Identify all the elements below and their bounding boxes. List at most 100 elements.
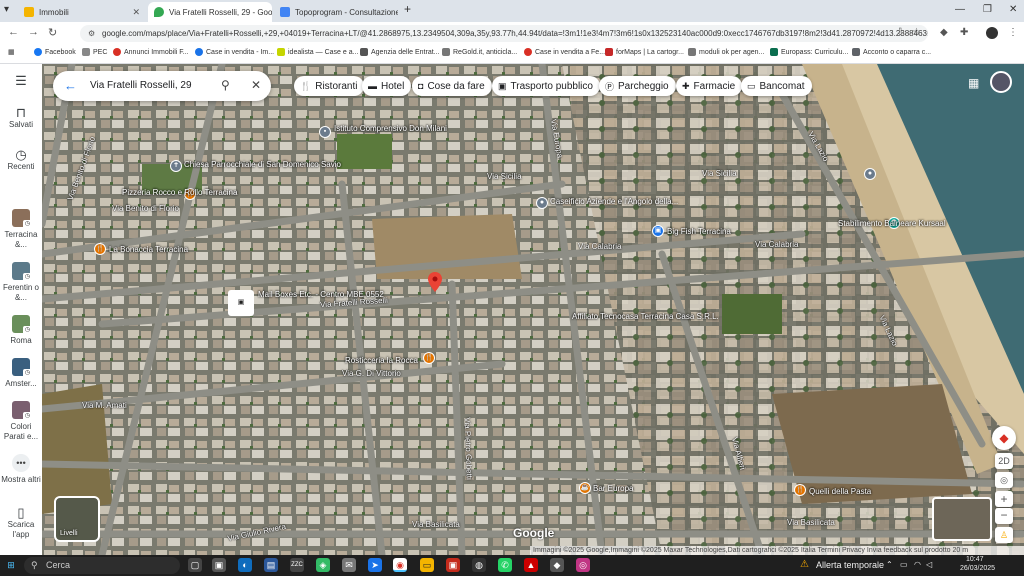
pdf-icon[interactable]: ▲ — [524, 558, 538, 572]
restaurant-icon[interactable]: 🍴 — [423, 352, 435, 364]
app-icon[interactable]: ▣ — [212, 558, 226, 572]
chip-pharmacy[interactable]: ✚ Farmacie — [676, 76, 743, 96]
place-label[interactable]: Stabilimento Balneare Kursaal — [838, 219, 946, 228]
chip-transit[interactable]: ▣ Trasporto pubblico — [492, 76, 600, 96]
address-bar[interactable]: ⚙ google.com/maps/place/Via+Fratelli+Ros… — [80, 25, 928, 42]
place-label[interactable]: Chiesa Parrocchiale di San Domenico Savi… — [184, 160, 341, 169]
network-icon[interactable]: ▭ — [900, 560, 908, 569]
site-info-icon[interactable]: ⚙ — [88, 25, 95, 42]
recent-item-roma[interactable]: ◷ Roma — [0, 315, 42, 346]
new-tab-icon[interactable]: + — [404, 2, 411, 16]
close-icon[interactable]: ✕ — [251, 78, 261, 92]
get-app-button[interactable]: ▯ Scarica l'app — [0, 506, 42, 540]
place-label[interactable]: Mail Boxes Etc. - Centro MBE 0552 — [258, 290, 384, 299]
chip-parking[interactable]: Ⓟ Parcheggio — [599, 76, 676, 96]
app-icon[interactable]: ZZC — [290, 558, 304, 572]
search-box[interactable]: ← Via Fratelli Rosselli, 29 ⚲ ✕ — [53, 71, 271, 101]
restore-icon[interactable]: ❐ — [983, 4, 992, 15]
place-label[interactable]: Rosticceria la Rocca — [345, 356, 418, 365]
place-label[interactable]: Bar Europa — [593, 484, 633, 493]
zoom-out-button[interactable]: − — [995, 508, 1013, 524]
shop-icon[interactable]: ● — [536, 197, 548, 209]
volume-icon[interactable]: ◁ — [926, 560, 932, 569]
bookmark-item[interactable]: idealista — Case e a... — [277, 48, 358, 56]
place-label[interactable]: Quelli della Pasta — [809, 487, 871, 496]
bookmark-star-icon[interactable]: ☆ — [912, 27, 921, 38]
chrome-icon[interactable]: ◉ — [393, 558, 407, 572]
chip-atm[interactable]: ▭ Bancomat — [741, 76, 812, 96]
menu-kebab-icon[interactable]: ⋮ — [1008, 27, 1018, 38]
weather-alert-icon[interactable]: ⚠ — [800, 559, 809, 570]
church-icon[interactable]: ✝ — [170, 160, 182, 172]
weather-text[interactable]: Allerta temporale — [816, 560, 884, 570]
google-apps-icon[interactable]: ▦ — [968, 76, 979, 90]
whatsapp-icon[interactable]: ✆ — [498, 558, 512, 572]
recent-item-terracina[interactable]: ◷ Terracina &... — [0, 209, 42, 250]
bookmark-item[interactable]: forMaps | La cartogr... — [605, 48, 684, 56]
install-icon[interactable]: ⇩ — [896, 27, 904, 38]
place-label[interactable]: La Bonaccia Terracina — [109, 245, 188, 254]
bookmark-item[interactable]: moduli ok per agen... — [688, 48, 764, 56]
chip-hotel[interactable]: ▬ Hotel — [362, 76, 412, 96]
bookmark-item[interactable]: ReGold.it, anticicla... — [442, 48, 517, 56]
app-icon[interactable]: ▣ — [446, 558, 460, 572]
app-icon[interactable]: ◆ — [550, 558, 564, 572]
restaurant-icon[interactable]: 🍴 — [794, 484, 806, 496]
wifi-icon[interactable]: ◠ — [914, 560, 921, 569]
bookmark-item[interactable]: Case in vendita a Fe... — [524, 48, 605, 56]
place-icon[interactable]: ● — [864, 168, 876, 180]
mail-boxes-logo-icon[interactable]: ▣ — [228, 290, 254, 316]
minimize-icon[interactable]: — — [955, 4, 965, 15]
bookmark-item[interactable]: Europass: Curriculu... — [770, 48, 848, 56]
chip-things-to-do[interactable]: ◘ Cose da fare — [412, 76, 492, 96]
view-mode-toggle[interactable]: 2D — [995, 453, 1013, 469]
place-label[interactable]: Istituto Comprensivo Don Milani — [334, 124, 447, 133]
bookmark-item[interactable]: Case in vendita - Im... — [195, 48, 274, 56]
zoom-in-button[interactable]: + — [995, 491, 1013, 507]
shop-icon[interactable]: ▣ — [652, 225, 664, 237]
app-icon[interactable]: ◐ — [238, 558, 252, 572]
app-icon[interactable]: ➤ — [368, 558, 382, 572]
recent-item-amsterdam[interactable]: ◷ Amster... — [0, 358, 42, 389]
bookmark-item[interactable]: Agenzia delle Entrat... — [360, 48, 440, 56]
instagram-icon[interactable]: ◎ — [576, 558, 590, 572]
bookmark-item[interactable]: PEC — [82, 48, 107, 56]
task-view-icon[interactable]: ▢ — [188, 558, 202, 572]
satellite-map[interactable]: Via Sicilia Via Sicilia Via Calabria Via… — [42, 64, 1024, 555]
street-view-pegman-icon[interactable]: ♙ — [995, 527, 1013, 543]
app-icon[interactable]: ✉ — [342, 558, 356, 572]
apps-icon[interactable]: ▦ — [8, 48, 15, 56]
app-icon[interactable]: ◍ — [472, 558, 486, 572]
folder-icon[interactable]: ▭ — [420, 558, 434, 572]
show-more-button[interactable]: ••• Mostra altri — [0, 454, 42, 485]
windows-start-icon[interactable]: ⊞ — [4, 558, 18, 572]
recent-item-ferentino[interactable]: ◷ Ferentin o &... — [0, 262, 42, 303]
recent-item-colori[interactable]: ◷ Colori Parati e... — [0, 401, 42, 442]
location-pin-icon[interactable] — [428, 272, 442, 292]
puzzle-icon[interactable]: ✚ — [960, 27, 968, 38]
bookmark-item[interactable]: Facebook — [34, 48, 76, 56]
extension-icon[interactable]: ◆ — [940, 27, 948, 38]
saved-button[interactable]: ⊓ Salvati — [0, 106, 42, 130]
clock-time[interactable]: 10:47 — [966, 556, 984, 563]
street-view-preview[interactable] — [932, 497, 992, 541]
tab-google-maps[interactable]: Via Fratelli Rosselli, 29 - Google ✕ — [148, 2, 272, 22]
chip-restaurants[interactable]: 🍴 Ristoranti — [294, 76, 365, 96]
app-icon[interactable]: ▤ — [264, 558, 278, 572]
close-icon[interactable]: ✕ — [132, 7, 140, 18]
forward-icon[interactable]: → — [28, 26, 39, 38]
close-window-icon[interactable]: ✕ — [1009, 4, 1017, 15]
tab-topoprogram[interactable]: Topoprogram - Consultazione ✕ — [274, 2, 398, 22]
compass-icon[interactable]: ◆ — [992, 426, 1016, 450]
my-location-icon[interactable]: ◎ — [995, 472, 1013, 488]
search-icon[interactable]: ⚲ — [221, 78, 230, 92]
search-input[interactable]: Via Fratelli Rosselli, 29 — [90, 80, 192, 91]
school-icon[interactable]: ▪ — [319, 126, 331, 138]
back-arrow-icon[interactable]: ← — [64, 78, 77, 93]
place-label[interactable]: Pizzeria Rocco e Rollo Terracina — [122, 188, 237, 197]
reload-icon[interactable]: ↻ — [48, 26, 57, 39]
tab-search-icon[interactable]: ▾ — [4, 4, 9, 15]
restaurant-icon[interactable]: 🍴 — [94, 243, 106, 255]
back-icon[interactable]: ← — [8, 26, 19, 38]
recent-button[interactable]: ◷ Recenti — [0, 148, 42, 172]
